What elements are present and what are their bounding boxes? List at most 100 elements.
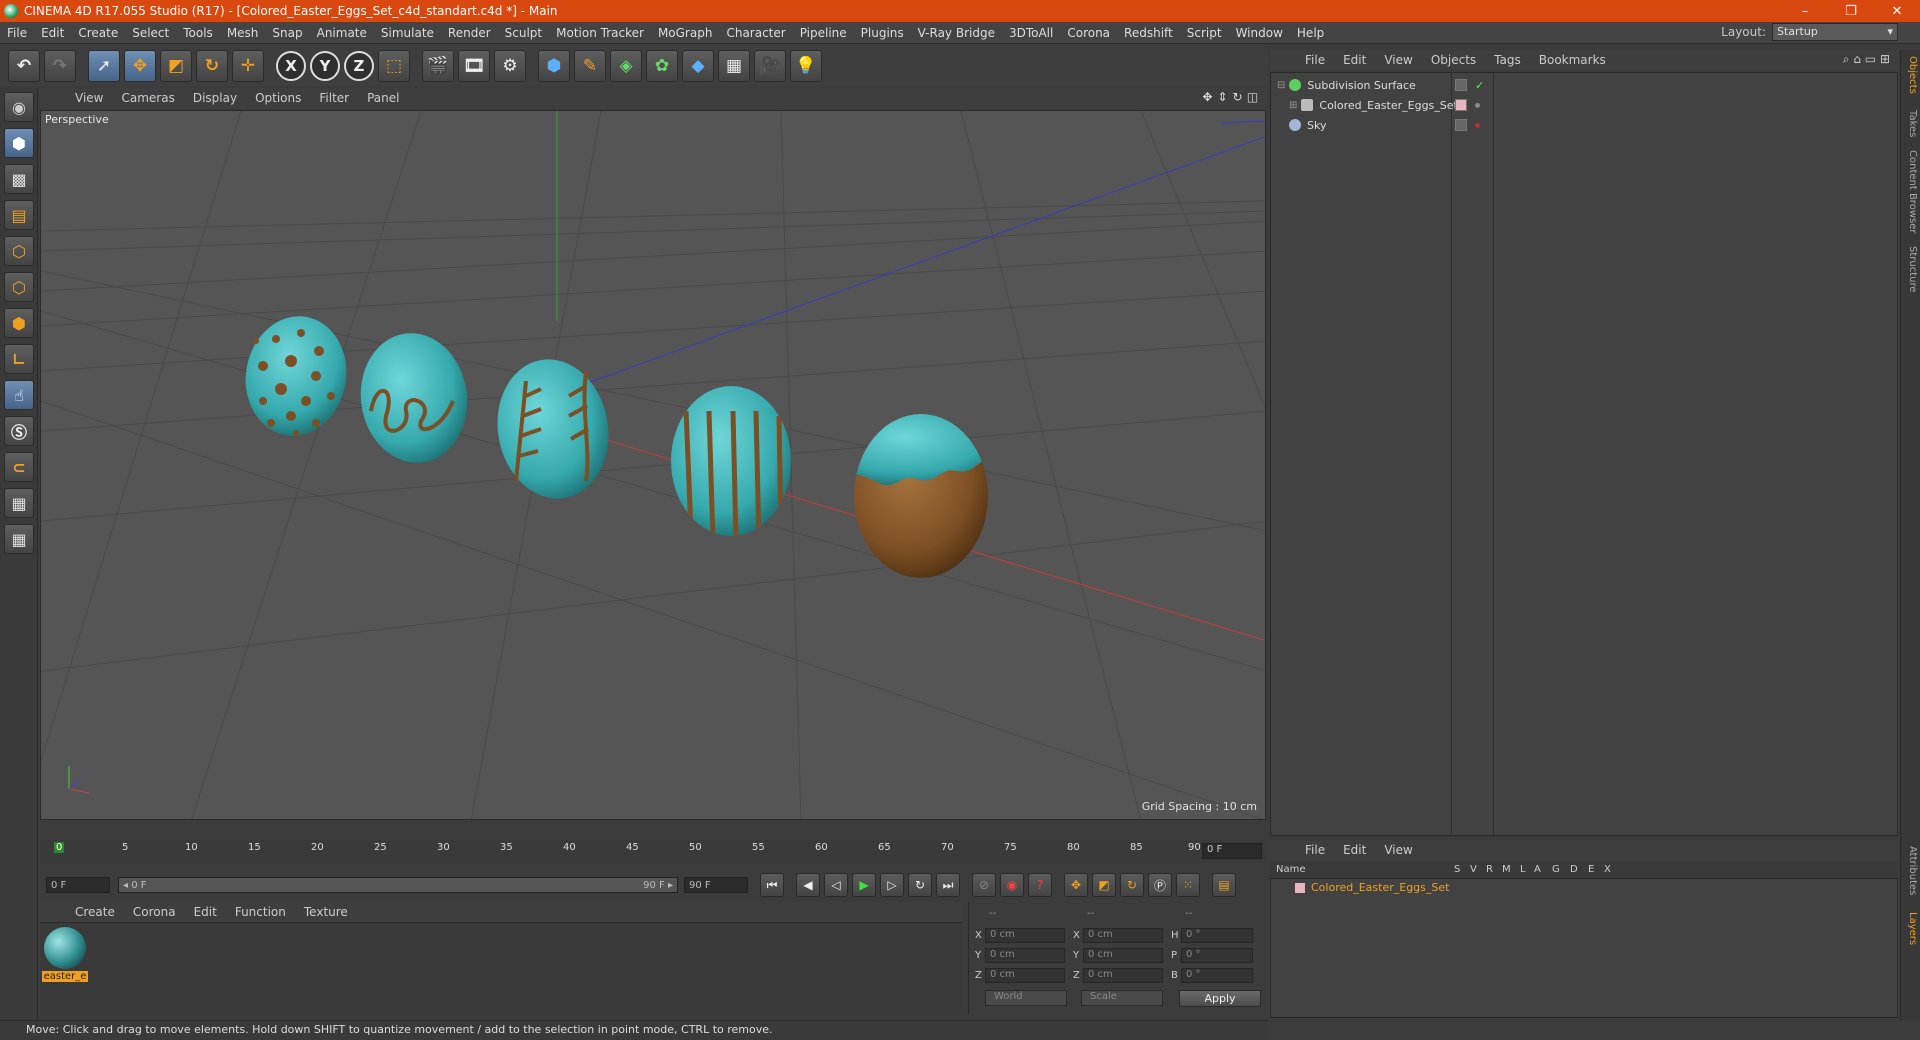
layer-menu-view[interactable]: View: [1375, 843, 1421, 857]
apply-button[interactable]: Apply: [1179, 990, 1261, 1007]
points-mode-icon[interactable]: ⬡: [4, 236, 34, 266]
spline-pen-icon[interactable]: ✎: [574, 50, 606, 82]
minimize-button[interactable]: –: [1782, 0, 1828, 22]
material-menu-corona[interactable]: Corona: [124, 905, 185, 919]
close-button[interactable]: ✕: [1874, 0, 1920, 22]
maximize-viewport-icon[interactable]: ◫: [1245, 90, 1260, 104]
start-frame-field[interactable]: 0 F: [46, 877, 110, 893]
menu-mograph[interactable]: MoGraph: [651, 26, 720, 40]
egg-spotted[interactable]: [236, 308, 355, 444]
rotation-p-field[interactable]: 0 °: [1181, 948, 1253, 963]
go-to-start-icon[interactable]: ⏮: [760, 873, 784, 897]
menu-snap[interactable]: Snap: [265, 26, 309, 40]
menu-mesh[interactable]: Mesh: [220, 26, 266, 40]
menu-vray-bridge[interactable]: V-Ray Bridge: [911, 26, 1002, 40]
live-selection-icon[interactable]: ➚: [88, 50, 120, 82]
maximize-button[interactable]: ❐: [1828, 0, 1874, 22]
menu-select[interactable]: Select: [125, 26, 176, 40]
viewport-menu-display[interactable]: Display: [184, 91, 246, 105]
material-name[interactable]: easter_e: [42, 971, 88, 982]
menu-pipeline[interactable]: Pipeline: [793, 26, 854, 40]
size-x-field[interactable]: 0 cm: [1083, 928, 1163, 943]
home-icon[interactable]: ⌂: [1853, 52, 1861, 66]
object-menu-bookmarks[interactable]: Bookmarks: [1530, 53, 1615, 67]
dolly-icon[interactable]: ⇕: [1215, 90, 1230, 104]
object-row-colored-easter-eggs-set[interactable]: ⊞ Colored_Easter_Eggs_Set: [1271, 95, 1897, 115]
menu-corona[interactable]: Corona: [1060, 26, 1117, 40]
size-z-field[interactable]: 0 cm: [1083, 968, 1163, 983]
coordinate-system-icon[interactable]: ⬚: [378, 50, 410, 82]
floor-icon[interactable]: ▦: [718, 50, 750, 82]
display-tag-icon[interactable]: [1455, 119, 1467, 131]
tab-layers[interactable]: Layers: [1907, 912, 1918, 945]
workplane-lock-icon[interactable]: ▦: [4, 488, 34, 518]
pan-icon[interactable]: ✥: [1200, 90, 1215, 104]
tab-attributes[interactable]: Attributes: [1907, 846, 1918, 895]
camera-icon[interactable]: 🎥: [754, 50, 786, 82]
layer-row[interactable]: Colored_Easter_Eggs_Set: [1275, 881, 1449, 894]
material-menu-function[interactable]: Function: [226, 905, 295, 919]
tab-takes[interactable]: Takes: [1907, 110, 1918, 137]
menu-3dtoall[interactable]: 3DToAll: [1002, 26, 1060, 40]
edges-mode-icon[interactable]: ⬡: [4, 272, 34, 302]
object-row-sky[interactable]: Sky: [1271, 115, 1897, 135]
menu-simulate[interactable]: Simulate: [374, 26, 441, 40]
previous-frame-icon[interactable]: ◁: [824, 873, 848, 897]
solo-mode-icon[interactable]: Ⓢ: [4, 416, 34, 446]
rotate-tool-icon[interactable]: ↻: [196, 50, 228, 82]
position-y-field[interactable]: 0 cm: [985, 948, 1065, 963]
menu-character[interactable]: Character: [719, 26, 792, 40]
motion-record-icon[interactable]: ⊘: [972, 873, 996, 897]
menu-sculpt[interactable]: Sculpt: [498, 26, 549, 40]
key-pla-icon[interactable]: ⁙: [1176, 873, 1200, 897]
next-frame-icon[interactable]: ▷: [880, 873, 904, 897]
snap-icon[interactable]: ⊂: [4, 452, 34, 482]
polygons-mode-icon[interactable]: ⬢: [4, 308, 34, 338]
viewport-menu-view[interactable]: View: [66, 91, 112, 105]
light-icon[interactable]: 💡: [790, 50, 822, 82]
menu-file[interactable]: File: [0, 26, 34, 40]
size-mode-dropdown[interactable]: Scale: [1081, 990, 1163, 1006]
texture-mode-icon[interactable]: ▩: [4, 164, 34, 194]
size-y-field[interactable]: 0 cm: [1083, 948, 1163, 963]
redo-icon[interactable]: ↷: [44, 50, 76, 82]
object-row-subdivision-surface[interactable]: ⊟ Subdivision Surface ✓: [1271, 75, 1897, 95]
position-x-field[interactable]: 0 cm: [985, 928, 1065, 943]
rotation-b-field[interactable]: 0 °: [1181, 968, 1253, 983]
go-to-end-icon[interactable]: ⏭: [936, 873, 960, 897]
x-axis-lock-icon[interactable]: X: [276, 51, 306, 81]
viewport-menu-panel[interactable]: Panel: [358, 91, 408, 105]
menu-plugins[interactable]: Plugins: [854, 26, 911, 40]
current-frame-field[interactable]: 0 F: [1202, 843, 1262, 859]
material-preview-ball[interactable]: [44, 927, 86, 969]
render-picture-viewer-icon[interactable]: 🎞: [458, 50, 490, 82]
model-mode-icon[interactable]: ⬢: [4, 128, 34, 158]
render-view-icon[interactable]: 🎬: [422, 50, 454, 82]
object-menu-file[interactable]: File: [1296, 53, 1334, 67]
tab-content-browser[interactable]: Content Browser: [1907, 150, 1918, 233]
layout-dropdown[interactable]: Startup: [1772, 23, 1898, 41]
timeline-window-icon[interactable]: ▤: [1212, 873, 1236, 897]
end-frame-field[interactable]: 90 F: [684, 877, 748, 893]
layer-menu-file[interactable]: File: [1296, 843, 1334, 857]
axis-mode-icon[interactable]: ∟: [4, 344, 34, 374]
material-menu-texture[interactable]: Texture: [295, 905, 357, 919]
egg-branches[interactable]: [487, 351, 620, 508]
cloner-icon[interactable]: ✿: [646, 50, 678, 82]
tweak-mode-icon[interactable]: ☝: [4, 380, 34, 410]
object-menu-objects[interactable]: Objects: [1422, 53, 1485, 67]
egg-striped[interactable]: [661, 376, 801, 541]
key-position-icon[interactable]: ✥: [1064, 873, 1088, 897]
scale-tool-icon[interactable]: ◩: [160, 50, 192, 82]
menu-animate[interactable]: Animate: [310, 26, 374, 40]
menu-render[interactable]: Render: [441, 26, 498, 40]
subdivision-surface-icon[interactable]: ◈: [610, 50, 642, 82]
layer-color-swatch[interactable]: [1295, 882, 1305, 893]
object-menu-view[interactable]: View: [1375, 53, 1421, 67]
y-axis-lock-icon[interactable]: Y: [310, 51, 340, 81]
viewport-menu-cameras[interactable]: Cameras: [112, 91, 183, 105]
key-scale-icon[interactable]: ◩: [1092, 873, 1116, 897]
egg-swirl[interactable]: [352, 326, 475, 469]
menu-redshift[interactable]: Redshift: [1117, 26, 1180, 40]
menu-motion-tracker[interactable]: Motion Tracker: [549, 26, 651, 40]
